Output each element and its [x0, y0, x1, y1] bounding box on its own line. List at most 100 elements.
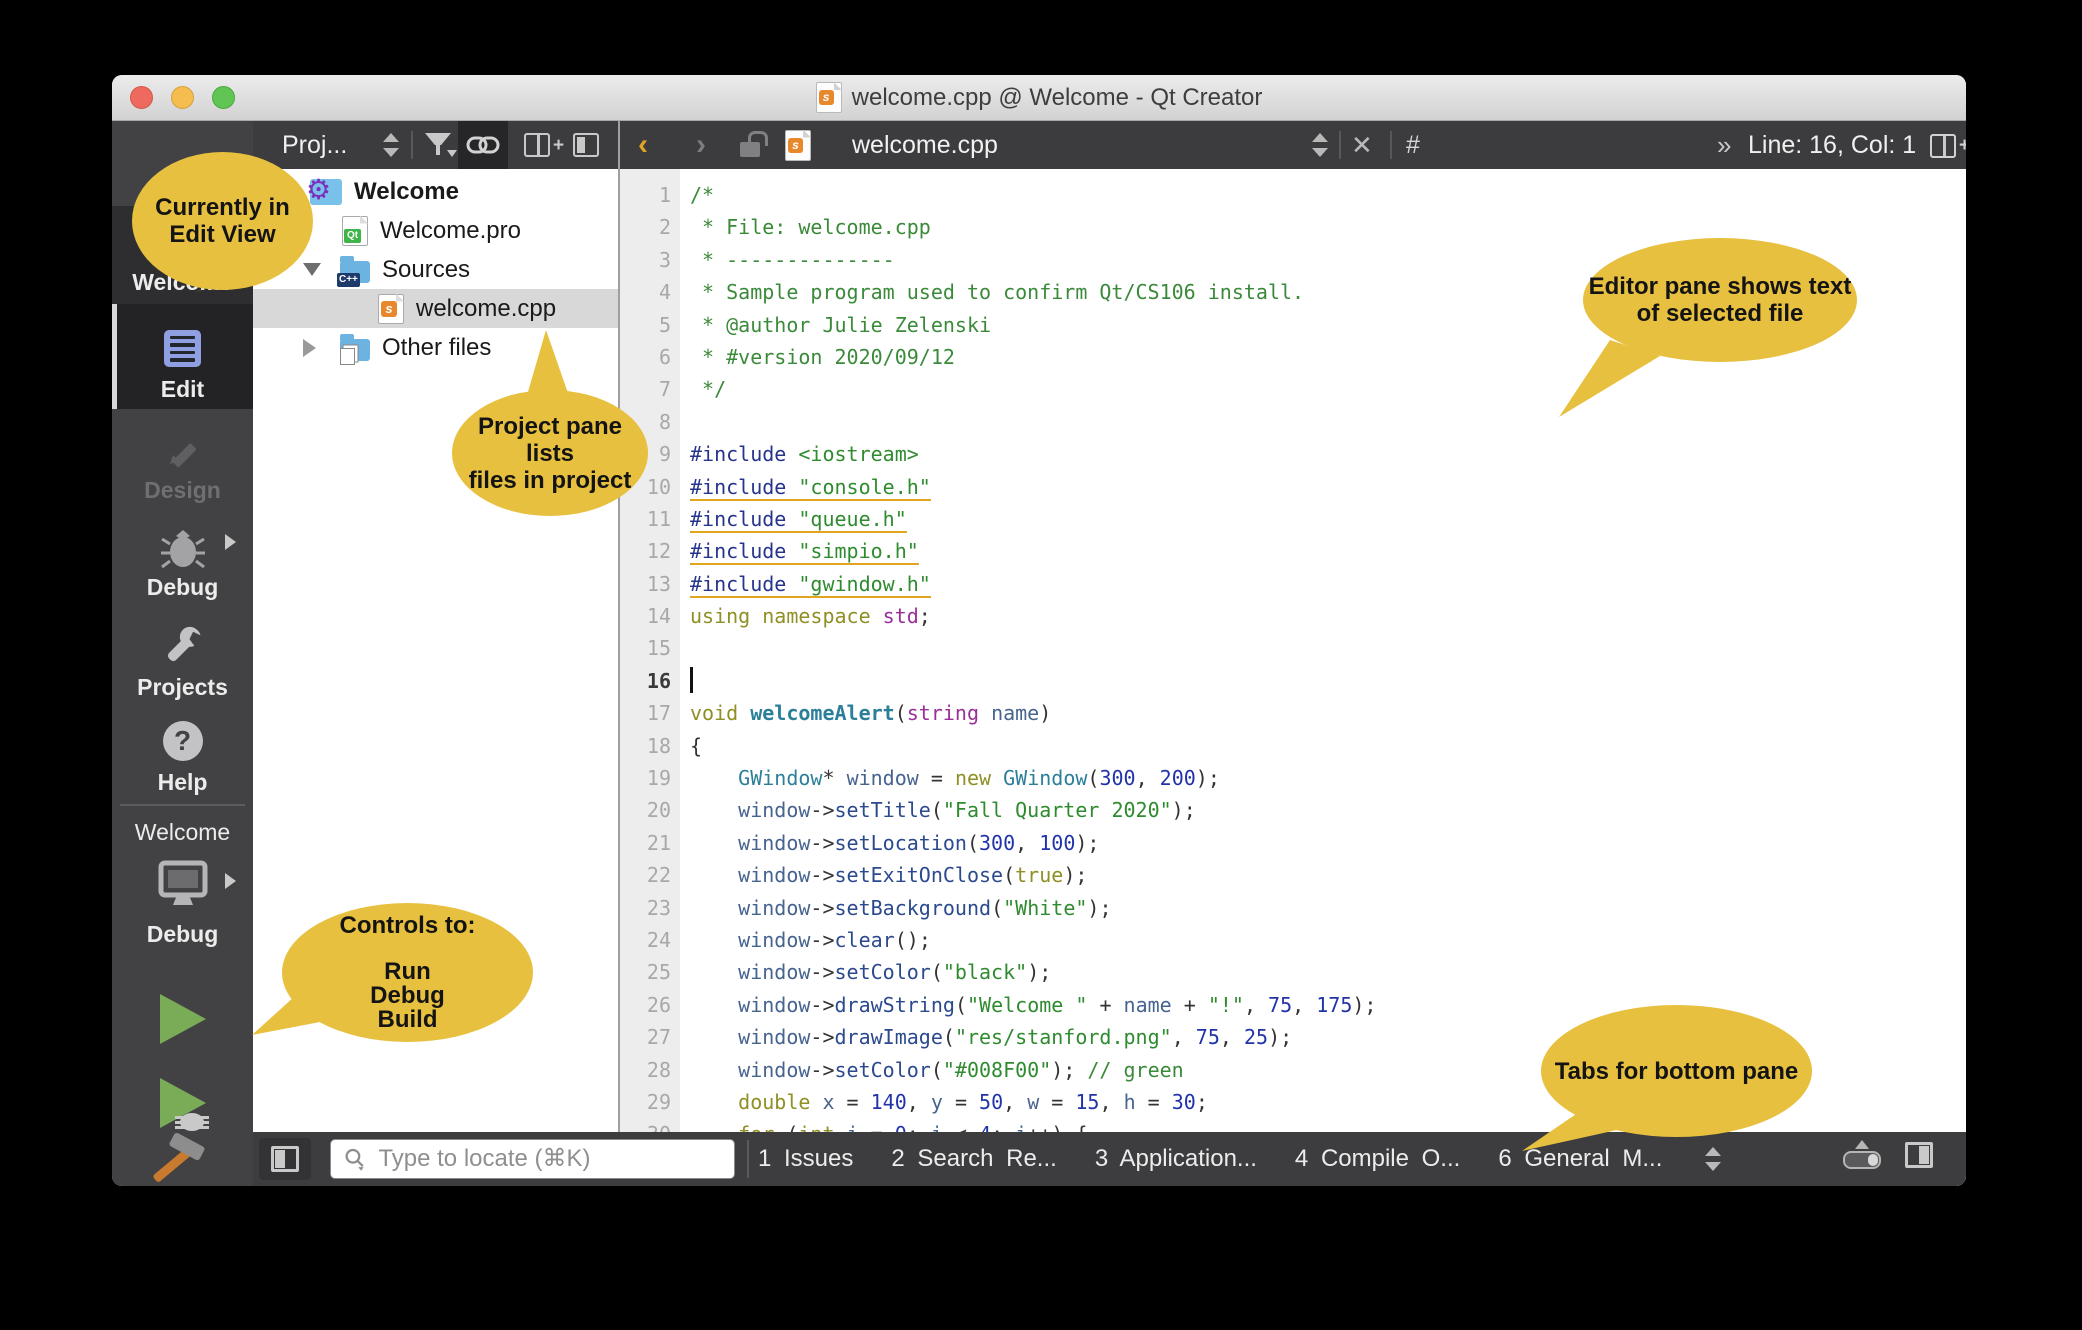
code-line-20[interactable]: window->setTitle("Fall Quarter 2020");	[690, 794, 1966, 826]
pane-selector-spinner-icon[interactable]	[383, 132, 399, 158]
go-forward-icon[interactable]: ›	[696, 121, 706, 169]
synchronize-with-editor-button[interactable]	[458, 121, 508, 169]
line-number: 25	[620, 956, 680, 988]
mode-design-label[interactable]: Design	[112, 477, 253, 504]
line-column-indicator[interactable]: Line: 16, Col: 1	[1748, 121, 1916, 169]
code-line-7[interactable]: */	[690, 373, 1966, 405]
line-number: 21	[620, 827, 680, 859]
minimize-window-button[interactable]	[171, 86, 194, 109]
locator-input[interactable]	[376, 1144, 722, 1174]
line-number: 1	[620, 179, 680, 211]
design-mode-icon[interactable]	[112, 429, 253, 478]
projects-mode-icon[interactable]	[112, 623, 253, 674]
mode-edit-label: Edit	[112, 376, 253, 403]
document-selector-spinner-icon[interactable]	[1312, 132, 1328, 158]
code-line-13[interactable]: #include "gwindow.h"	[690, 568, 1966, 600]
traffic-lights	[112, 75, 235, 120]
filter-icon[interactable]	[425, 133, 451, 157]
symbol-selector[interactable]: #	[1406, 121, 1420, 169]
split-pane-icon[interactable]	[524, 133, 550, 157]
split-editor-icon[interactable]	[1930, 134, 1956, 158]
header-separator	[411, 131, 413, 159]
code-line-9[interactable]: #include <iostream>	[690, 438, 1966, 470]
code-line-8[interactable]	[690, 406, 1966, 438]
code-line-23[interactable]: window->setBackground("White");	[690, 892, 1966, 924]
line-number: 26	[620, 989, 680, 1021]
help-mode-icon[interactable]: ?	[112, 721, 253, 761]
toggle-left-sidebar-button[interactable]	[259, 1138, 311, 1180]
close-window-button[interactable]	[130, 86, 153, 109]
title-bar[interactable]: s welcome.cpp @ Welcome - Qt Creator	[112, 75, 1966, 121]
output-tab-1-issues[interactable]: 1 Issues	[758, 1145, 853, 1173]
code-line-19[interactable]: GWindow* window = new GWindow(300, 200);	[690, 762, 1966, 794]
toggle-right-sidebar-button[interactable]	[1905, 1142, 1933, 1168]
code-line-22[interactable]: window->setExitOnClose(true);	[690, 859, 1966, 891]
code-line-18[interactable]: {	[690, 730, 1966, 762]
open-document-selector[interactable]: welcome.cpp	[852, 121, 998, 169]
callout-edit-view: Currently in Edit View	[132, 152, 313, 290]
line-number: 5	[620, 309, 680, 341]
toolbar-overflow-icon[interactable]: »	[1717, 121, 1731, 169]
code-line-12[interactable]: #include "simpio.h"	[690, 535, 1966, 567]
go-back-icon[interactable]: ‹	[638, 121, 648, 169]
screenshot-stage: s welcome.cpp @ Welcome - Qt Creator Wel…	[0, 0, 2082, 1330]
line-number: 16	[620, 665, 680, 697]
expand-icon[interactable]	[303, 339, 316, 357]
code-line-21[interactable]: window->setLocation(300, 100);	[690, 827, 1966, 859]
line-number: 12	[620, 535, 680, 567]
code-line-25[interactable]: window->setColor("black");	[690, 956, 1966, 988]
tree-item-other-files[interactable]: Other files	[253, 328, 618, 367]
mode-debug-label[interactable]: Debug	[112, 574, 253, 601]
collapse-icon[interactable]	[303, 263, 321, 276]
code-line-17[interactable]: void welcomeAlert(string name)	[690, 697, 1966, 729]
output-tab-4-compile-o-[interactable]: 4 Compile O...	[1295, 1145, 1460, 1173]
close-pane-icon[interactable]	[573, 133, 599, 157]
code-line-14[interactable]: using namespace std;	[690, 600, 1966, 632]
tree-item-sources[interactable]: C++Sources	[253, 250, 618, 289]
window-title-group: s welcome.cpp @ Welcome - Qt Creator	[816, 82, 1263, 113]
line-number: 29	[620, 1086, 680, 1118]
code-line-11[interactable]: #include "queue.h"	[690, 503, 1966, 535]
line-number: 18	[620, 730, 680, 762]
line-number: 11	[620, 503, 680, 535]
debug-run-bug-icon	[180, 1113, 204, 1131]
project-pane-selector[interactable]: Proj...	[282, 131, 347, 160]
code-line-16[interactable]	[690, 665, 1966, 697]
mode-projects-label[interactable]: Projects	[112, 674, 253, 701]
line-number: 3	[620, 244, 680, 276]
line-number: 17	[620, 697, 680, 729]
line-number: 22	[620, 859, 680, 891]
line-number: 15	[620, 632, 680, 664]
debug-mode-menu-arrow[interactable]	[225, 534, 236, 550]
search-icon	[343, 1146, 366, 1172]
locator-box[interactable]	[330, 1139, 735, 1179]
line-number: 13	[620, 568, 680, 600]
output-tab-3-application-[interactable]: 3 Application...	[1095, 1145, 1257, 1173]
run-button[interactable]	[160, 994, 206, 1044]
code-line-26[interactable]: window->drawString("Welcome " + name + "…	[690, 989, 1966, 1021]
project-pane-header: Proj... +	[253, 121, 618, 169]
code-line-2[interactable]: * File: welcome.cpp	[690, 211, 1966, 243]
code-line-1[interactable]: /*	[690, 179, 1966, 211]
close-document-icon[interactable]: ✕	[1351, 121, 1373, 169]
code-line-24[interactable]: window->clear();	[690, 924, 1966, 956]
output-tab-6-general-m-[interactable]: 6 General M...	[1498, 1145, 1662, 1173]
code-line-10[interactable]: #include "console.h"	[690, 471, 1966, 503]
build-progress-icon[interactable]	[1843, 1151, 1881, 1169]
code-line-15[interactable]	[690, 632, 1966, 664]
kit-selector-menu-arrow[interactable]	[225, 873, 236, 889]
tree-item-welcome-cpp[interactable]: swelcome.cpp	[253, 289, 618, 328]
qt-pro-file-icon: Qt	[342, 216, 368, 246]
cpp-file-icon: s	[816, 82, 842, 113]
mode-help-label[interactable]: Help	[112, 769, 253, 796]
other-folder-icon	[340, 339, 370, 361]
line-number-gutter: 1234567891011121314151617181920212223242…	[620, 169, 680, 1186]
kit-target-label: Debug	[112, 921, 253, 948]
line-number: 20	[620, 794, 680, 826]
mode-edit[interactable]: Edit	[112, 304, 253, 409]
callout-controls: Controls to: RunDebugBuild	[282, 903, 533, 1042]
output-pane-spinner-icon[interactable]	[1705, 1146, 1721, 1172]
zoom-window-button[interactable]	[212, 86, 235, 109]
callout-controls-items: RunDebugBuild	[370, 960, 445, 1032]
output-tab-2-search-re-[interactable]: 2 Search Re...	[891, 1145, 1056, 1173]
